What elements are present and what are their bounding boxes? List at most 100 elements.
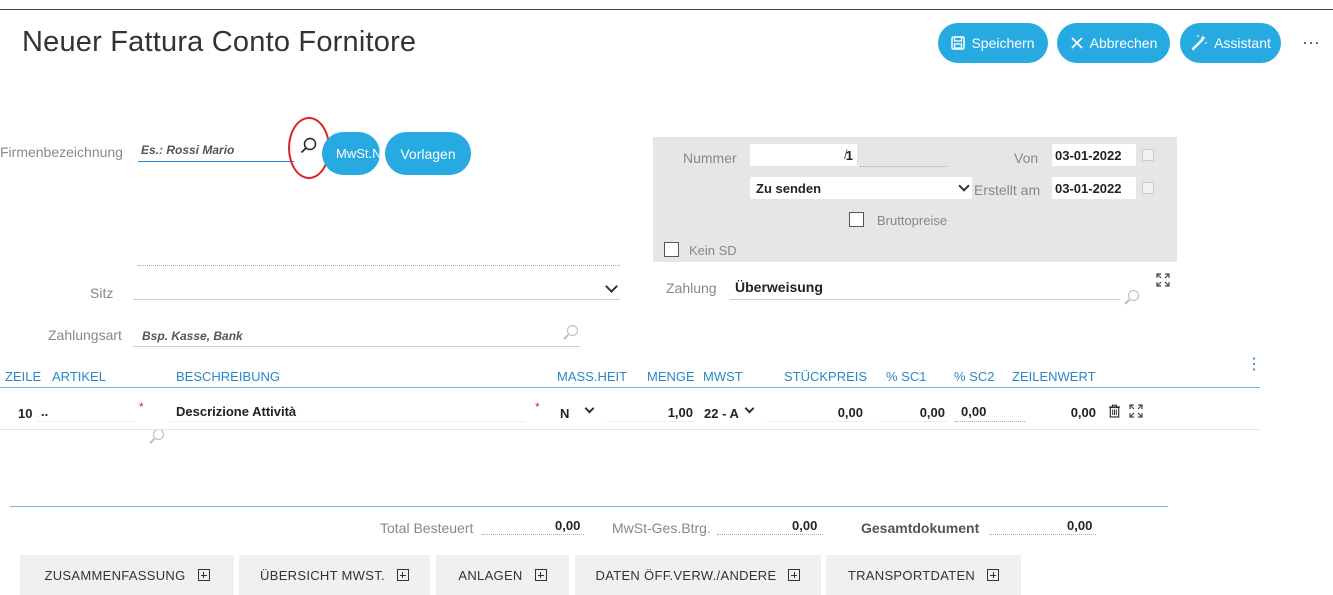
taxed-total-label: Total Besteuert: [380, 520, 474, 536]
gross-prices-checkbox[interactable]: [849, 212, 864, 227]
company-name-input[interactable]: Es.: Rossi Mario: [138, 141, 294, 162]
expand-plus-icon: [197, 569, 210, 581]
line-value-value: 0,00: [1070, 405, 1096, 420]
from-date-input[interactable]: 03-01-2022: [1052, 144, 1136, 166]
search-icon[interactable]: [567, 325, 578, 336]
col-header-sc2: % SC2: [954, 369, 995, 384]
number-input[interactable]: 1: [750, 144, 857, 166]
qty-input[interactable]: 1,00: [606, 400, 696, 422]
chevron-down-icon[interactable]: [744, 403, 755, 414]
created-date-value: 03-01-2022: [1055, 180, 1122, 196]
expand-icon[interactable]: [1128, 403, 1144, 419]
vat-total-label: MwSt-Ges.Btrg.: [612, 520, 711, 536]
expand-plus-icon: [987, 569, 1000, 581]
chevron-down-icon[interactable]: [584, 403, 595, 414]
col-header-unit: MASS.HEIT: [557, 369, 628, 384]
templates-label: Vorlagen: [400, 145, 456, 162]
payment-method-placeholder: Bsp. Kasse, Bank: [142, 329, 243, 343]
totals-rule: [10, 506, 1168, 507]
calendar-icon[interactable]: [1142, 149, 1154, 161]
vat-number-button[interactable]: MwSt.N: [322, 132, 380, 175]
col-header-article: ARTIKEL: [52, 369, 106, 384]
number-suffix-input[interactable]: [860, 166, 948, 167]
description-input[interactable]: Descrizione Attività: [170, 400, 525, 422]
expand-icon[interactable]: [1155, 272, 1171, 288]
expand-plus-icon: [788, 569, 801, 581]
col-header-sc1: % SC1: [886, 369, 927, 384]
magic-wand-icon: [1191, 35, 1207, 51]
tab-attachments[interactable]: ANLAGEN: [436, 555, 569, 595]
no-sd-checkbox[interactable]: [664, 242, 679, 257]
article-value: ..: [41, 404, 49, 419]
tab-public-admin-data[interactable]: DATEN ÖFF.VERW./ANDERE: [575, 555, 821, 595]
calendar-icon[interactable]: [1142, 182, 1154, 194]
payment-input[interactable]: [730, 298, 1120, 300]
unit-price-value: 0,00: [837, 405, 863, 420]
address-divider: [138, 265, 620, 266]
sc1-input[interactable]: 0,00: [878, 400, 948, 422]
tab-summary-label: ZUSAMMENFASSUNG: [44, 567, 186, 583]
tab-vat-overview-label: ÜBERSICHT MWST.: [260, 567, 385, 583]
qty-value: 1,00: [667, 405, 693, 420]
save-button[interactable]: Speichern: [938, 23, 1048, 63]
col-header-unit-price: STÜCKPREIS: [784, 369, 868, 384]
header-rule: [0, 387, 1260, 388]
tab-public-admin-data-label: DATEN ÖFF.VERW./ANDERE: [595, 567, 777, 583]
payment-value: Überweisung: [735, 279, 823, 295]
cancel-button[interactable]: Abbrechen: [1057, 23, 1170, 63]
sc1-value: 0,00: [919, 405, 945, 420]
taxed-total-value: 0,00: [555, 518, 581, 533]
templates-button[interactable]: Vorlagen: [385, 132, 471, 175]
tab-vat-overview[interactable]: ÜBERSICHT MWST.: [239, 555, 430, 595]
search-icon[interactable]: [1128, 290, 1139, 301]
more-options-icon[interactable]: ···: [1302, 32, 1320, 53]
close-icon: [1071, 37, 1083, 49]
col-header-description: BESCHREIBUNG: [176, 369, 281, 384]
status-value: Zu senden: [756, 180, 822, 196]
vat-number-label: MwSt.N: [336, 146, 380, 161]
top-divider: [0, 9, 1333, 10]
document-total-field: [989, 534, 1096, 535]
line-value-field: 0,00: [1030, 400, 1100, 421]
tab-transport-data[interactable]: TRANSPORTDATEN: [826, 555, 1021, 595]
unit-value[interactable]: N: [560, 406, 569, 421]
save-label: Speichern: [971, 35, 1035, 51]
taxed-total-field: [482, 534, 584, 535]
gross-prices-label: Bruttopreise: [877, 213, 948, 228]
article-input[interactable]: ..: [36, 399, 136, 422]
search-icon[interactable]: [153, 429, 164, 440]
created-date-input[interactable]: 03-01-2022: [1052, 177, 1136, 199]
vat-value[interactable]: 22 - A: [704, 406, 739, 421]
payment-method-input[interactable]: [133, 345, 580, 347]
company-name-placeholder: Es.: Rossi Mario: [141, 143, 235, 157]
no-sd-label: Kein SD: [689, 243, 737, 258]
col-header-vat: MWST: [703, 369, 743, 384]
seat-select[interactable]: [133, 298, 620, 300]
cancel-label: Abbrechen: [1089, 35, 1158, 51]
assistant-button[interactable]: Assistant: [1180, 23, 1281, 63]
sc2-input[interactable]: 0,00: [955, 400, 1025, 422]
unit-price-input[interactable]: 0,00: [766, 400, 866, 422]
save-icon: [951, 36, 966, 50]
column-options-icon[interactable]: ⋮: [1246, 357, 1262, 373]
assistant-label: Assistant: [1214, 35, 1271, 51]
expand-plus-icon: [534, 569, 547, 581]
created-date-label: Erstellt am: [974, 182, 1041, 198]
status-select[interactable]: Zu senden: [750, 177, 972, 199]
vat-total-value: 0,00: [792, 518, 818, 533]
document-total-label: Gesamtdokument: [861, 520, 980, 536]
chevron-down-icon[interactable]: [605, 280, 618, 293]
description-value: Descrizione Attività: [176, 404, 297, 419]
row-divider: [0, 428, 1260, 430]
number-separator: /: [844, 147, 848, 162]
required-mark: *: [139, 400, 144, 414]
trash-icon[interactable]: [1108, 404, 1121, 418]
seat-label: Sitz: [90, 285, 114, 301]
from-date-value: 03-01-2022: [1055, 147, 1122, 163]
expand-plus-icon: [396, 569, 409, 581]
row-line-value: 10: [18, 406, 33, 421]
col-header-line: ZEILE: [5, 369, 42, 384]
sc2-value: 0,00: [961, 404, 987, 419]
tab-summary[interactable]: ZUSAMMENFASSUNG: [20, 555, 234, 595]
payment-label: Zahlung: [666, 280, 717, 296]
